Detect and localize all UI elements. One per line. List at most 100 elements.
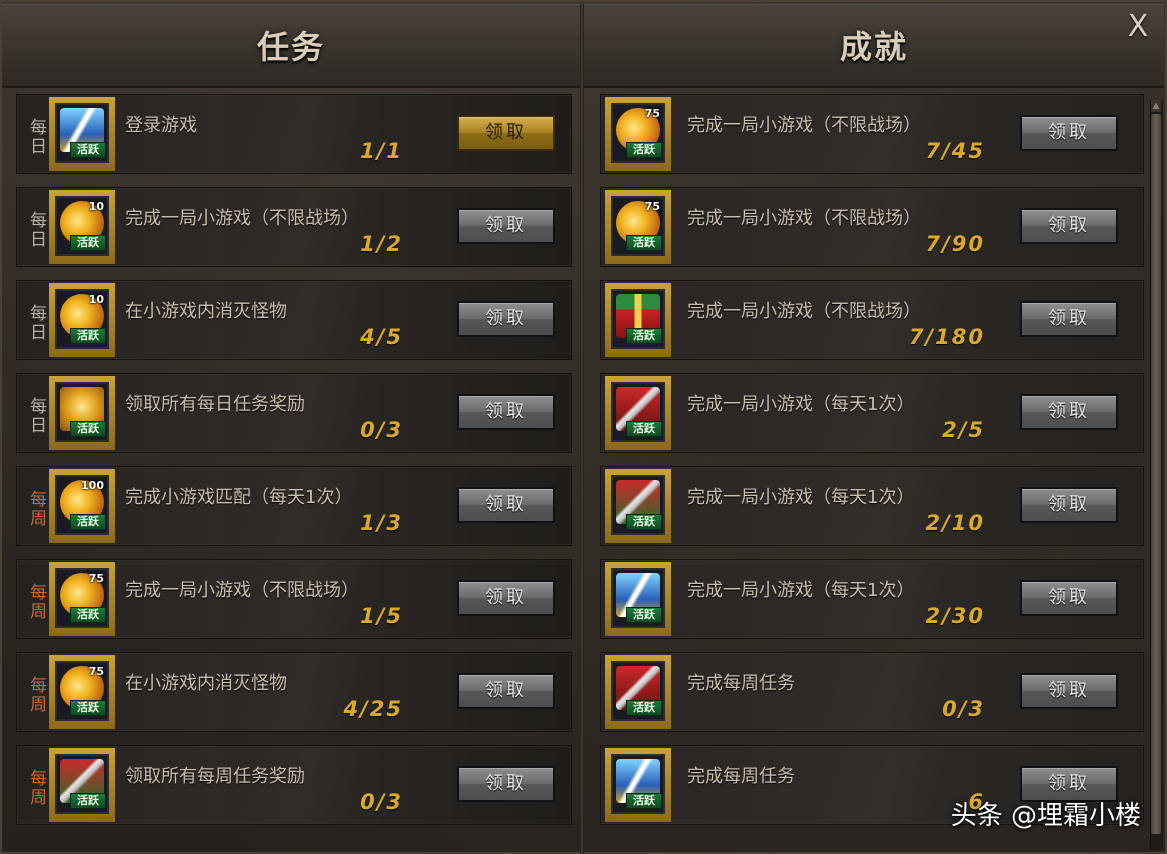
task-row: 每周 75 活跃 在小游戏内消灭怪物 4/25 领取 <box>16 652 572 732</box>
progress-count: 2/5 <box>942 418 985 442</box>
progress-count: 4/5 <box>360 325 403 349</box>
reward-icon-frame: 75 活跃 <box>49 655 115 729</box>
reward-icon[interactable]: 活跃 <box>611 475 665 535</box>
activity-badge: 活跃 <box>70 328 106 344</box>
task-name: 在小游戏内消灭怪物 <box>125 301 287 322</box>
progress-count: 2/30 <box>925 604 985 628</box>
progress-count: 2/10 <box>925 511 985 535</box>
claim-button[interactable]: 领取 <box>457 580 555 616</box>
reward-icon-frame: 活跃 <box>49 97 115 171</box>
claim-button[interactable]: 领取 <box>1020 487 1118 523</box>
task-name: 完成一局小游戏（不限战场） <box>125 208 359 229</box>
scroll-up-icon[interactable]: ▲ <box>1151 100 1161 112</box>
progress-count: 1/5 <box>360 604 403 628</box>
row-highlight <box>815 653 957 731</box>
activity-badge: 活跃 <box>70 421 106 437</box>
activity-badge: 活跃 <box>626 235 662 251</box>
period-label: 每周 <box>26 769 46 807</box>
row-highlight <box>231 95 373 173</box>
activity-badge: 活跃 <box>70 700 106 716</box>
progress-count: 7/180 <box>908 325 985 349</box>
progress-count: 0/3 <box>942 697 985 721</box>
claim-button[interactable]: 领取 <box>1020 673 1118 709</box>
activity-badge: 活跃 <box>70 514 106 530</box>
activity-badge: 活跃 <box>626 793 662 809</box>
task-row: 每周 活跃 领取所有每周任务奖励 0/3 领取 <box>16 745 572 825</box>
tab-tasks-title: 任务 <box>256 28 325 66</box>
reward-icon[interactable]: 75 活跃 <box>611 103 665 163</box>
achievement-name: 完成一局小游戏（每天1次） <box>687 394 915 415</box>
claim-button[interactable]: 领取 <box>457 766 555 802</box>
progress-count: 0/3 <box>360 418 403 442</box>
watermark: 头条 @埋霜小楼 <box>950 801 1141 831</box>
reward-icon[interactable]: 活跃 <box>611 568 665 628</box>
achievement-name: 完成一局小游戏（不限战场） <box>687 115 921 136</box>
task-row: 每日 10 活跃 完成一局小游戏（不限战场） 1/2 领取 <box>16 187 572 267</box>
reward-icon[interactable]: 75 活跃 <box>611 196 665 256</box>
reward-icon[interactable]: 10 活跃 <box>55 289 109 349</box>
activity-badge: 活跃 <box>626 607 662 623</box>
claim-button[interactable]: 领取 <box>457 115 555 151</box>
claim-button[interactable]: 领取 <box>1020 115 1118 151</box>
claim-button[interactable]: 领取 <box>457 673 555 709</box>
activity-badge: 活跃 <box>70 235 106 251</box>
close-icon[interactable]: X <box>1121 10 1155 44</box>
achievement-name: 完成一局小游戏（不限战场） <box>687 301 921 322</box>
achievement-row: 活跃 完成一局小游戏（每天1次） 2/30 领取 <box>600 559 1144 639</box>
scrollbar-thumb[interactable] <box>1151 114 1161 834</box>
reward-icon[interactable]: 75 活跃 <box>55 568 109 628</box>
task-row: 每周 75 活跃 完成一局小游戏（不限战场） 1/5 领取 <box>16 559 572 639</box>
period-label: 每周 <box>26 490 46 528</box>
activity-badge: 活跃 <box>626 421 662 437</box>
reward-icon[interactable]: 活跃 <box>611 382 665 442</box>
claim-button[interactable]: 领取 <box>457 487 555 523</box>
reward-icon[interactable]: 活跃 <box>611 754 665 814</box>
reward-icon-frame: 75 活跃 <box>605 97 671 171</box>
reward-icon[interactable]: 活跃 <box>55 103 109 163</box>
task-name: 领取所有每周任务奖励 <box>125 766 305 787</box>
activity-badge: 活跃 <box>626 142 662 158</box>
task-name: 在小游戏内消灭怪物 <box>125 673 287 694</box>
achievements-header: 成就 <box>584 4 1164 88</box>
task-name: 领取所有每日任务奖励 <box>125 394 305 415</box>
progress-count: 1/2 <box>360 232 403 256</box>
tasks-list: 每日 活跃 登录游戏 1/1 领取 每日 10 活跃 完成一局小游戏（不限战场） 1/2 领取 每日 1… <box>16 94 572 854</box>
reward-icon[interactable]: 10 活跃 <box>55 196 109 256</box>
claim-button[interactable]: 领取 <box>1020 580 1118 616</box>
task-row: 每周 100 活跃 完成小游戏匹配（每天1次） 1/3 领取 <box>16 466 572 546</box>
task-row: 每日 10 活跃 在小游戏内消灭怪物 4/5 领取 <box>16 280 572 360</box>
period-label: 每日 <box>26 211 46 249</box>
achievement-name: 完成每周任务 <box>687 673 795 694</box>
achievement-row: 75 活跃 完成一局小游戏（不限战场） 7/90 领取 <box>600 187 1144 267</box>
activity-badge: 活跃 <box>70 142 106 158</box>
activity-badge: 活跃 <box>626 514 662 530</box>
achievements-list: 75 活跃 完成一局小游戏（不限战场） 7/45 领取 75 活跃 完成一局小游戏（不限战场）… <box>600 94 1144 854</box>
tab-achievements-title: 成就 <box>839 28 908 66</box>
claim-button[interactable]: 领取 <box>1020 301 1118 337</box>
achievement-row: 活跃 完成一局小游戏（每天1次） 2/5 领取 <box>600 373 1144 453</box>
reward-icon[interactable]: 活跃 <box>55 382 109 442</box>
reward-icon[interactable]: 活跃 <box>611 289 665 349</box>
achievement-row: 活跃 完成每周任务 0/3 领取 <box>600 652 1144 732</box>
reward-amount: 100 <box>81 479 104 492</box>
activity-badge: 活跃 <box>626 700 662 716</box>
claim-button[interactable]: 领取 <box>1020 394 1118 430</box>
reward-icon[interactable]: 100 活跃 <box>55 475 109 535</box>
activity-badge: 活跃 <box>626 328 662 344</box>
claim-button[interactable]: 领取 <box>1020 208 1118 244</box>
reward-icon-frame: 活跃 <box>605 376 671 450</box>
achievement-name: 完成一局小游戏（不限战场） <box>687 208 921 229</box>
reward-icon-frame: 活跃 <box>605 655 671 729</box>
reward-amount: 10 <box>88 293 104 306</box>
reward-icon[interactable]: 活跃 <box>55 754 109 814</box>
period-label: 每日 <box>26 304 46 342</box>
claim-button[interactable]: 领取 <box>457 301 555 337</box>
period-label: 每周 <box>26 676 46 714</box>
period-label: 每日 <box>26 397 46 435</box>
claim-button[interactable]: 领取 <box>457 208 555 244</box>
achievement-row: 75 活跃 完成一局小游戏（不限战场） 7/45 领取 <box>600 94 1144 174</box>
reward-icon-frame: 活跃 <box>605 562 671 636</box>
claim-button[interactable]: 领取 <box>457 394 555 430</box>
reward-icon[interactable]: 75 活跃 <box>55 661 109 721</box>
reward-icon[interactable]: 活跃 <box>611 661 665 721</box>
